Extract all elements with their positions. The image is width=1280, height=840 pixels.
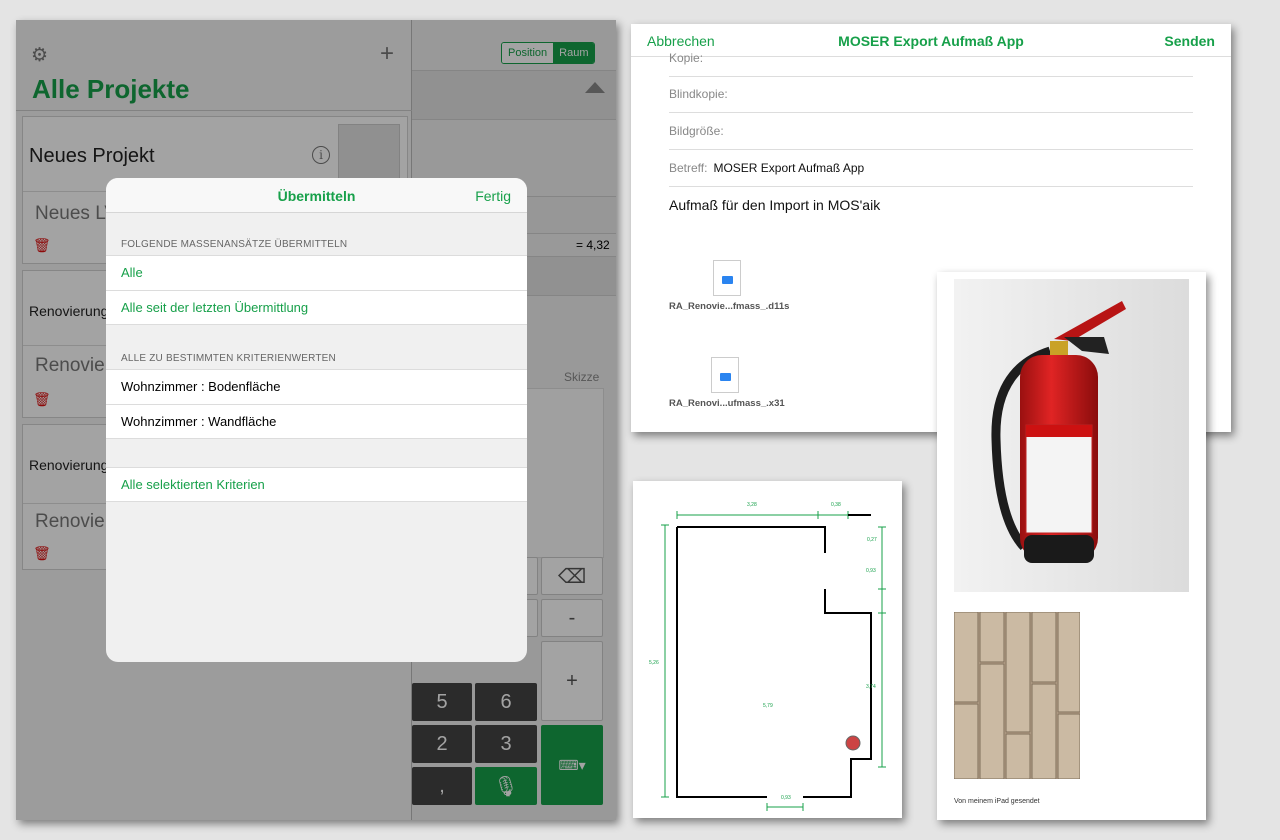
floor-tiles-photo — [954, 612, 1080, 779]
dim-label: 0,93 — [781, 795, 791, 801]
cc-field[interactable]: Kopie: — [669, 51, 703, 65]
done-button[interactable]: Fertig — [475, 188, 511, 204]
mail-header: Abbrechen MOSER Export Aufmaß App Senden — [631, 24, 1231, 57]
file-icon[interactable] — [711, 357, 739, 393]
dim-label: 0,27 — [867, 537, 877, 543]
attached-photos-screenshot: Von meinem iPad gesendet — [937, 272, 1206, 820]
mail-title: MOSER Export Aufmaß App — [838, 33, 1024, 49]
mail-body[interactable]: Aufmaß für den Import in MOS'aik — [669, 197, 880, 213]
camera-marker-icon[interactable] — [845, 735, 861, 751]
option-selected-criteria[interactable]: Alle selektierten Kriterien — [106, 467, 527, 502]
fire-extinguisher-photo — [954, 279, 1189, 592]
attachment-name: RA_Renovie...fmass_.d11s — [669, 301, 790, 312]
file-icon[interactable] — [713, 260, 741, 296]
section-header: ALLE ZU BESTIMMTEN KRITERIENWERTEN — [121, 353, 336, 364]
section-header: FOLGENDE MASSENANSÄTZE ÜBERMITTELN — [121, 239, 348, 250]
dim-label: 5,26 — [649, 660, 659, 666]
dim-label: 0,38 — [831, 502, 841, 508]
dim-label: 3,74 — [866, 684, 876, 690]
transmit-dialog: Übermitteln Fertig FOLGENDE MASSENANSÄTZ… — [106, 178, 527, 662]
dim-label: 0,93 — [866, 568, 876, 574]
send-button[interactable]: Senden — [1164, 33, 1215, 49]
subject-value: MOSER Export Aufmaß App — [713, 161, 865, 175]
image-size-field[interactable]: Bildgröße: — [669, 124, 724, 138]
attachment-name: RA_Renovi...ufmass_.x31 — [669, 398, 785, 409]
ipad-app-screenshot: ⚙ + Alle Projekte Neues Projekt Neues LV… — [16, 20, 616, 820]
dialog-header: Übermitteln Fertig — [106, 178, 527, 213]
subject-label: Betreff: — [669, 161, 708, 175]
dim-label: 5,79 — [763, 703, 773, 709]
subject-field[interactable]: Betreff: MOSER Export Aufmaß App — [669, 161, 864, 175]
dim-label: 3,28 — [747, 502, 757, 508]
bcc-field[interactable]: Blindkopie: — [669, 87, 728, 101]
option-all[interactable]: Alle — [106, 255, 527, 290]
criterion-floor[interactable]: Wohnzimmer : Bodenfläche — [106, 369, 527, 404]
criterion-wall[interactable]: Wohnzimmer : Wandfläche — [106, 404, 527, 439]
floor-plan-screenshot: 3,28 0,38 0,27 0,93 5,26 5,79 3,74 0,93 — [633, 481, 902, 818]
floor-plan-drawing: 3,28 0,38 0,27 0,93 5,26 5,79 3,74 0,93 — [649, 502, 886, 811]
dialog-title: Übermitteln — [277, 188, 356, 204]
option-since-last[interactable]: Alle seit der letzten Übermittlung — [106, 290, 527, 325]
mail-signature: Von meinem iPad gesendet — [954, 798, 1040, 805]
